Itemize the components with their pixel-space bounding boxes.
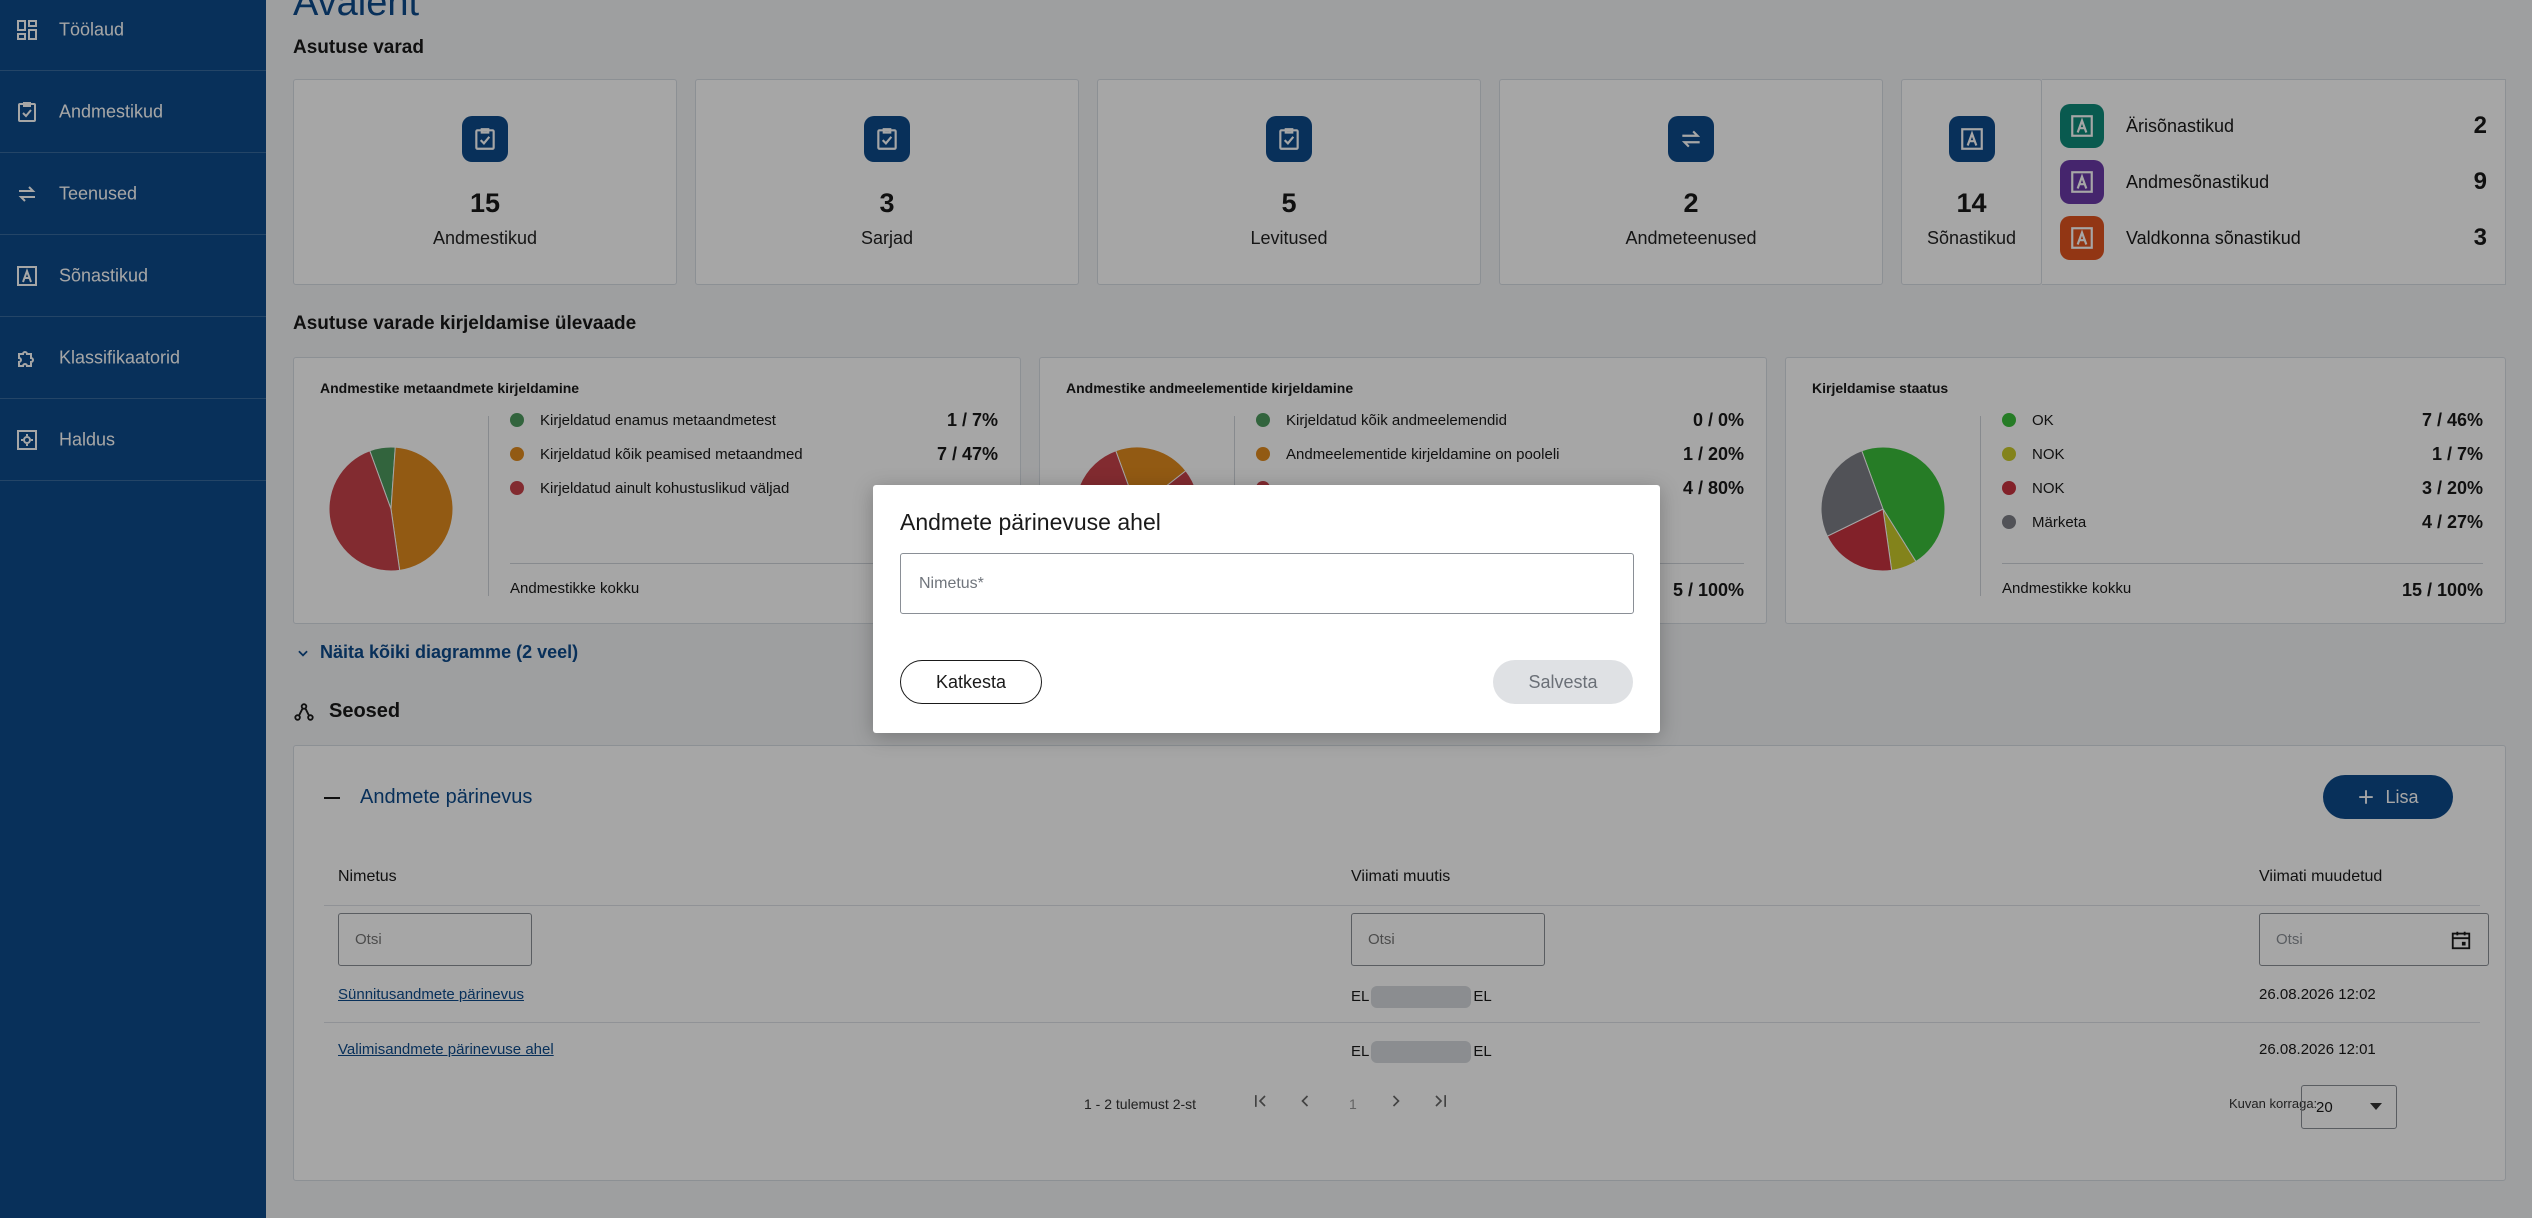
lineage-chain-dialog: Andmete pärinevuse ahel Katkesta Salvest… [873,485,1660,733]
dialog-title: Andmete pärinevuse ahel [900,509,1161,535]
name-input[interactable] [900,553,1634,614]
save-button[interactable]: Salvesta [1493,660,1633,704]
cancel-button[interactable]: Katkesta [900,660,1042,704]
